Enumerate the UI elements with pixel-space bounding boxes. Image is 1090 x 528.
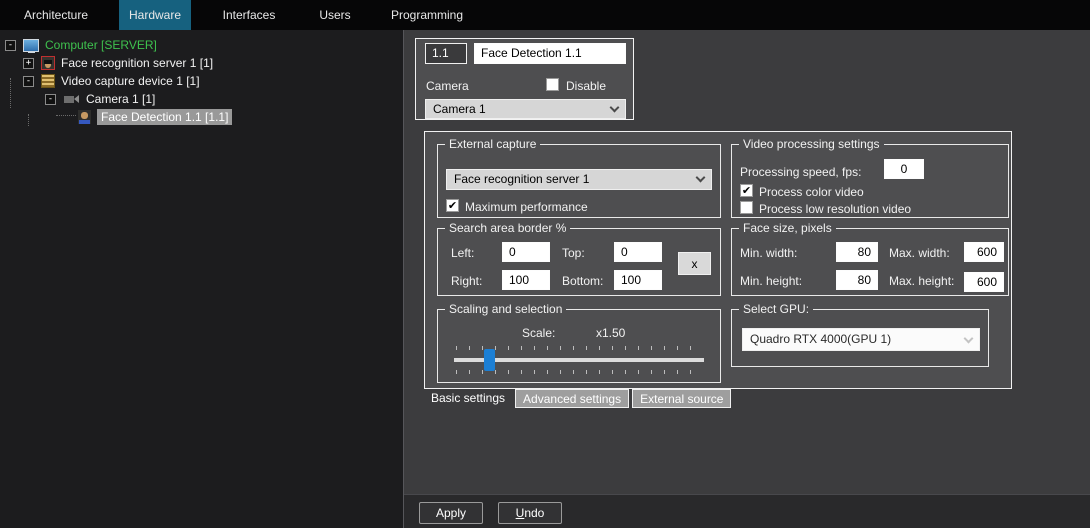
tab-programming[interactable]: Programming — [381, 0, 473, 30]
left-label: Left: — [451, 246, 474, 260]
video-processing-title: Video processing settings — [739, 137, 884, 151]
tab-external-source[interactable]: External source — [632, 389, 731, 408]
bottom-field[interactable]: 100 — [614, 270, 662, 290]
apply-button[interactable]: Apply — [419, 502, 483, 524]
face-size-title: Face size, pixels — [739, 221, 836, 235]
tab-advanced-settings[interactable]: Advanced settings — [515, 389, 629, 408]
min-width-field[interactable]: 80 — [836, 242, 878, 262]
tree-item-computer[interactable]: - Computer [SERVER] — [0, 36, 403, 54]
settings-area: 1.1 Face Detection 1.1 Camera Disable Ca… — [403, 30, 1090, 528]
basic-settings-panel: External capture Face recognition server… — [424, 131, 1012, 389]
tab-interfaces[interactable]: Interfaces — [207, 0, 291, 30]
search-area-group: Search area border % Left: 0 Top: 0 x Ri… — [437, 228, 721, 296]
collapse-icon[interactable]: - — [23, 76, 34, 87]
disable-checkbox[interactable] — [546, 78, 559, 91]
process-color-video-label: Process color video — [759, 185, 864, 199]
tree-item-label-selected: Face Detection 1.1 [1.1] — [97, 109, 232, 125]
process-lowres-video-label: Process low resolution video — [759, 202, 911, 216]
object-tree: - Computer [SERVER] + Face recognition s… — [0, 30, 403, 528]
scale-slider[interactable] — [454, 346, 704, 376]
collapse-icon[interactable]: - — [5, 40, 16, 51]
tree-guide-line — [10, 78, 11, 108]
tree-item-face-detection[interactable]: Face Detection 1.1 [1.1] — [0, 108, 403, 126]
tab-users[interactable]: Users — [305, 0, 365, 30]
action-bar: Apply Undo — [404, 494, 1090, 528]
reset-area-button[interactable]: x — [678, 252, 711, 275]
external-capture-server-select[interactable]: Face recognition server 1 — [446, 169, 712, 190]
undo-button[interactable]: Undo — [498, 502, 562, 524]
gpu-select[interactable]: Quadro RTX 4000(GPU 1) — [742, 328, 980, 351]
max-width-field[interactable]: 600 — [964, 242, 1004, 262]
chevron-down-icon — [610, 103, 620, 113]
tree-item-label: Camera 1 [1] — [86, 92, 155, 106]
tree-item-label: Computer [SERVER] — [45, 38, 157, 52]
min-height-label: Min. height: — [740, 274, 802, 288]
top-field[interactable]: 0 — [614, 242, 662, 262]
min-height-field[interactable]: 80 — [836, 270, 878, 290]
settings-tab-strip: Basic settings Advanced settings Externa… — [424, 389, 731, 408]
tab-architecture[interactable]: Architecture — [15, 0, 97, 30]
maximum-performance-checkbox[interactable]: ✔ — [446, 199, 459, 212]
scale-value: x1.50 — [596, 326, 625, 340]
processing-speed-label: Processing speed, fps: — [740, 165, 861, 179]
chevron-down-icon — [696, 173, 706, 183]
tree-item-label: Face recognition server 1 [1] — [61, 56, 213, 70]
gpu-group: Select GPU: Quadro RTX 4000(GPU 1) — [731, 309, 989, 367]
tab-basic-settings[interactable]: Basic settings — [424, 389, 512, 408]
top-label: Top: — [562, 246, 585, 260]
disable-label: Disable — [566, 79, 606, 93]
camera-select[interactable]: Camera 1 — [425, 99, 626, 119]
tree-item-video-capture-device[interactable]: - Video capture device 1 [1] — [0, 72, 403, 90]
identity-panel: 1.1 Face Detection 1.1 Camera Disable Ca… — [415, 38, 634, 120]
gpu-title: Select GPU: — [739, 302, 813, 316]
max-height-label: Max. height: — [889, 274, 954, 288]
right-label: Right: — [451, 274, 482, 288]
face-server-icon — [41, 56, 55, 70]
process-lowres-video-checkbox[interactable] — [740, 201, 753, 214]
search-area-title: Search area border % — [445, 221, 570, 235]
bottom-label: Bottom: — [562, 274, 603, 288]
object-name-field[interactable]: Face Detection 1.1 — [474, 43, 626, 64]
external-capture-group: External capture Face recognition server… — [437, 144, 721, 218]
capture-device-icon — [41, 74, 55, 88]
video-processing-group: Video processing settings Processing spe… — [731, 144, 1009, 218]
expand-icon[interactable]: + — [23, 58, 34, 69]
tab-hardware[interactable]: Hardware — [119, 0, 191, 30]
chevron-down-icon — [964, 334, 974, 344]
camera-label: Camera — [426, 79, 469, 93]
undo-rest: ndo — [524, 506, 544, 520]
tree-guide-line — [28, 114, 29, 126]
object-id-field[interactable]: 1.1 — [425, 43, 467, 64]
scaling-group: Scaling and selection Scale: x1.50 — [437, 309, 721, 383]
tree-item-label: Video capture device 1 [1] — [61, 74, 200, 88]
scaling-title: Scaling and selection — [445, 302, 566, 316]
process-color-video-checkbox[interactable]: ✔ — [740, 184, 753, 197]
max-height-field[interactable]: 600 — [964, 272, 1004, 292]
left-field[interactable]: 0 — [502, 242, 550, 262]
face-size-group: Face size, pixels Min. width: 80 Max. wi… — [731, 228, 1009, 296]
tree-item-face-recognition-server[interactable]: + Face recognition server 1 [1] — [0, 54, 403, 72]
camera-icon — [63, 93, 80, 105]
collapse-icon[interactable]: - — [45, 94, 56, 105]
gpu-select-value: Quadro RTX 4000(GPU 1) — [750, 332, 891, 346]
external-capture-title: External capture — [445, 137, 540, 151]
top-tab-bar: Architecture Hardware Interfaces Users P… — [0, 0, 1090, 30]
scale-label: Scale: — [522, 326, 555, 340]
min-width-label: Min. width: — [740, 246, 797, 260]
maximum-performance-label: Maximum performance — [465, 200, 588, 214]
computer-icon — [23, 39, 39, 52]
camera-select-value: Camera 1 — [433, 102, 486, 116]
right-field[interactable]: 100 — [502, 270, 550, 290]
undo-mnemonic: U — [516, 506, 525, 520]
max-width-label: Max. width: — [889, 246, 950, 260]
processing-speed-field[interactable]: 0 — [884, 159, 924, 179]
face-detection-icon — [78, 110, 91, 124]
slider-thumb[interactable] — [484, 349, 495, 371]
tree-item-camera[interactable]: - Camera 1 [1] — [0, 90, 403, 108]
tree-guide-line — [56, 115, 76, 116]
server-select-value: Face recognition server 1 — [454, 172, 589, 186]
